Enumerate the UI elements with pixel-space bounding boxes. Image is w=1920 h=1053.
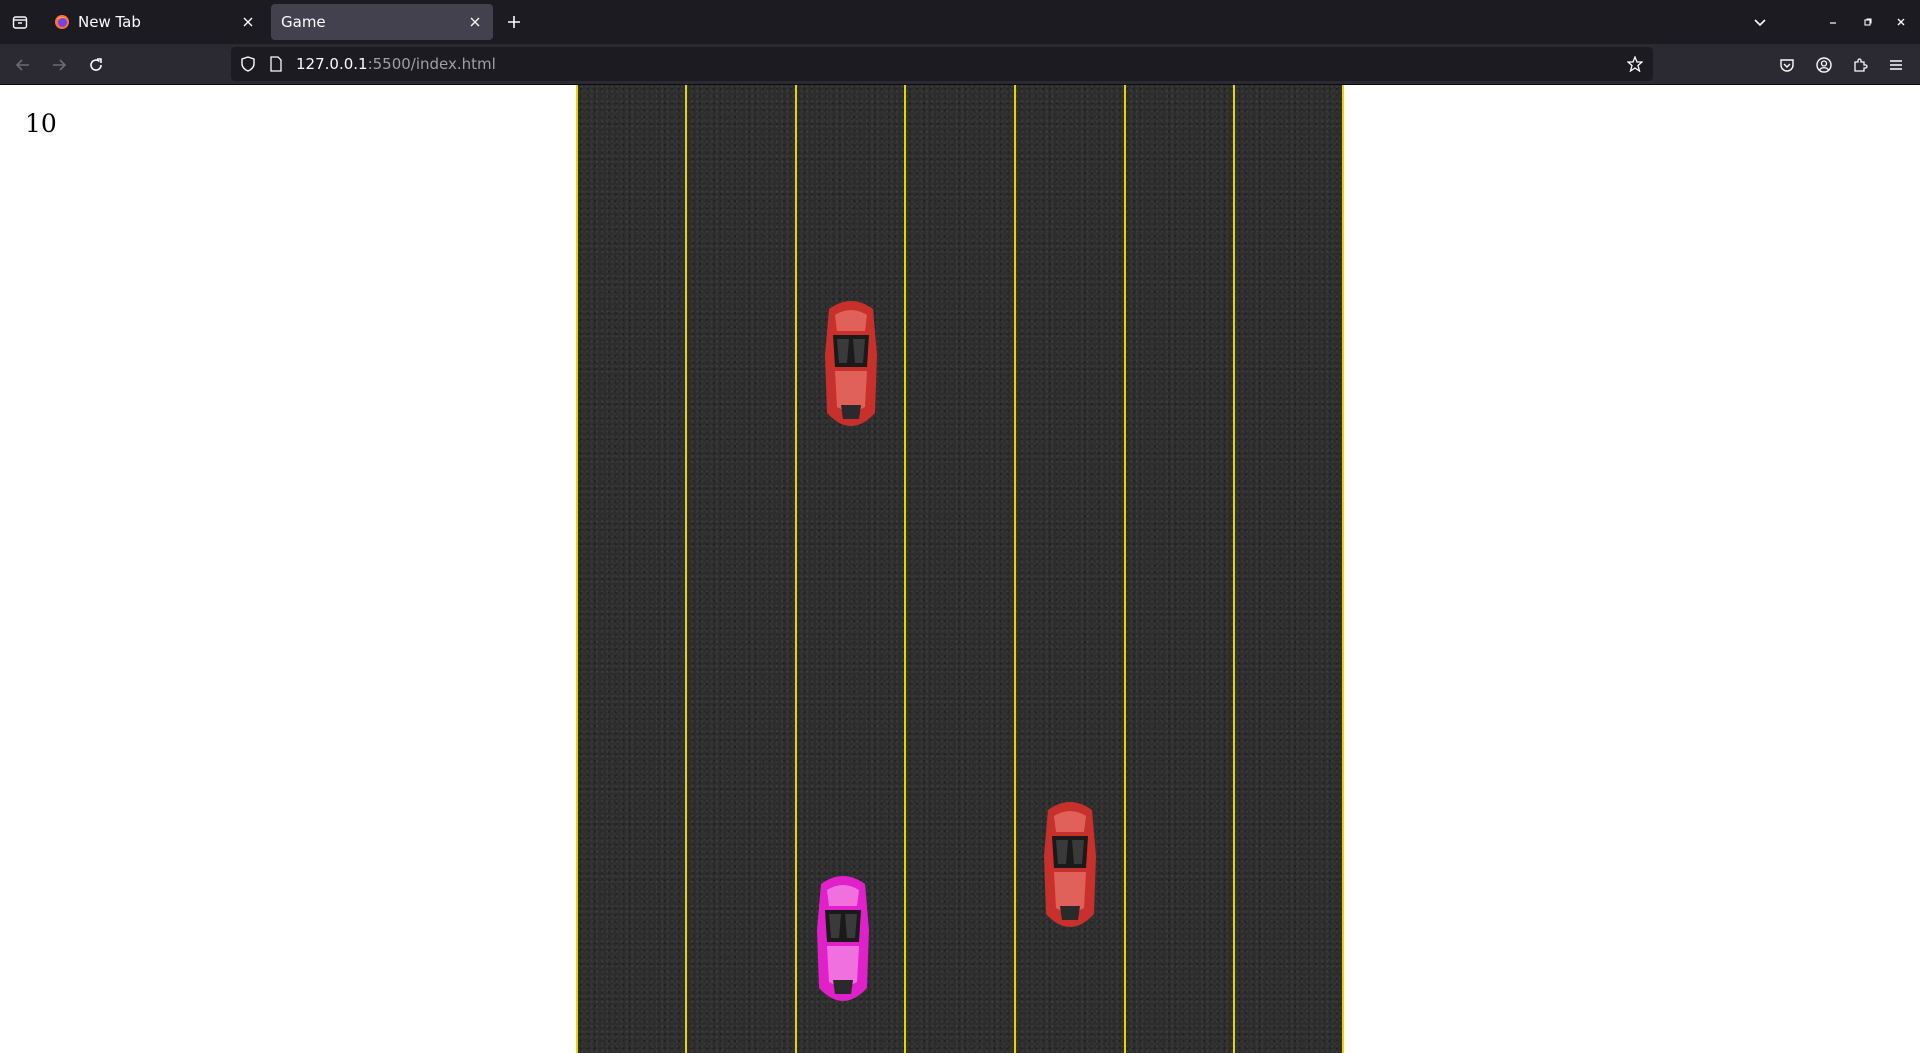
restore-icon[interactable] <box>1858 12 1878 32</box>
close-window-icon[interactable] <box>1891 12 1911 32</box>
lane-line <box>904 85 906 1053</box>
navigation-bar: 127.0.0.1:5500/index.html <box>0 44 1920 85</box>
tab-title: Game <box>281 13 326 31</box>
close-tab-icon[interactable] <box>236 10 260 34</box>
tab-new-tab[interactable]: New Tab <box>44 4 266 40</box>
close-tab-icon[interactable] <box>463 10 487 34</box>
url-host: 127.0.0.1 <box>296 55 368 73</box>
road-edge-line <box>1342 85 1344 1053</box>
url-text[interactable]: 127.0.0.1:5500/index.html <box>296 55 496 73</box>
enemy-car <box>825 301 877 426</box>
car-hood <box>827 885 859 906</box>
car-hood <box>1054 811 1086 832</box>
pocket-icon[interactable] <box>1775 53 1799 77</box>
forward-arrow-icon[interactable] <box>46 52 72 78</box>
lane-line <box>1014 85 1016 1053</box>
score-counter: 10 <box>25 109 57 138</box>
lane-line <box>1124 85 1126 1053</box>
game-page: 10 <box>0 85 1920 1053</box>
tab-bar: New Tab Game <box>0 0 1920 44</box>
lane-line <box>685 85 687 1053</box>
lane-line <box>1233 85 1235 1053</box>
reload-icon[interactable] <box>83 52 109 78</box>
firefox-icon <box>54 14 70 30</box>
lane-line <box>795 85 797 1053</box>
address-bar[interactable]: 127.0.0.1:5500/index.html <box>231 47 1653 81</box>
url-path: :5500/index.html <box>367 55 496 73</box>
car-rear-vent <box>833 980 853 994</box>
car-hood <box>835 310 867 331</box>
tab-list-icon[interactable] <box>8 10 32 34</box>
tab-game[interactable]: Game <box>271 4 493 40</box>
bookmark-star-icon[interactable] <box>1625 54 1645 74</box>
car-rear-vent <box>841 405 861 419</box>
player-car[interactable] <box>811 870 875 1010</box>
chevron-down-icon[interactable] <box>1748 10 1772 34</box>
road[interactable] <box>576 85 1344 1053</box>
hamburger-menu-icon[interactable] <box>1884 53 1908 77</box>
minimize-icon[interactable] <box>1823 12 1843 32</box>
road-edge-line <box>576 85 578 1053</box>
back-arrow-icon[interactable] <box>10 52 36 78</box>
enemy-car <box>1044 802 1096 927</box>
account-icon[interactable] <box>1812 53 1836 77</box>
new-tab-plus-icon[interactable] <box>502 10 526 34</box>
page-icon[interactable] <box>267 55 285 73</box>
extensions-puzzle-icon[interactable] <box>1848 53 1872 77</box>
shield-icon[interactable] <box>239 55 257 73</box>
car-rear-vent <box>1060 906 1080 920</box>
tab-title: New Tab <box>78 13 141 31</box>
